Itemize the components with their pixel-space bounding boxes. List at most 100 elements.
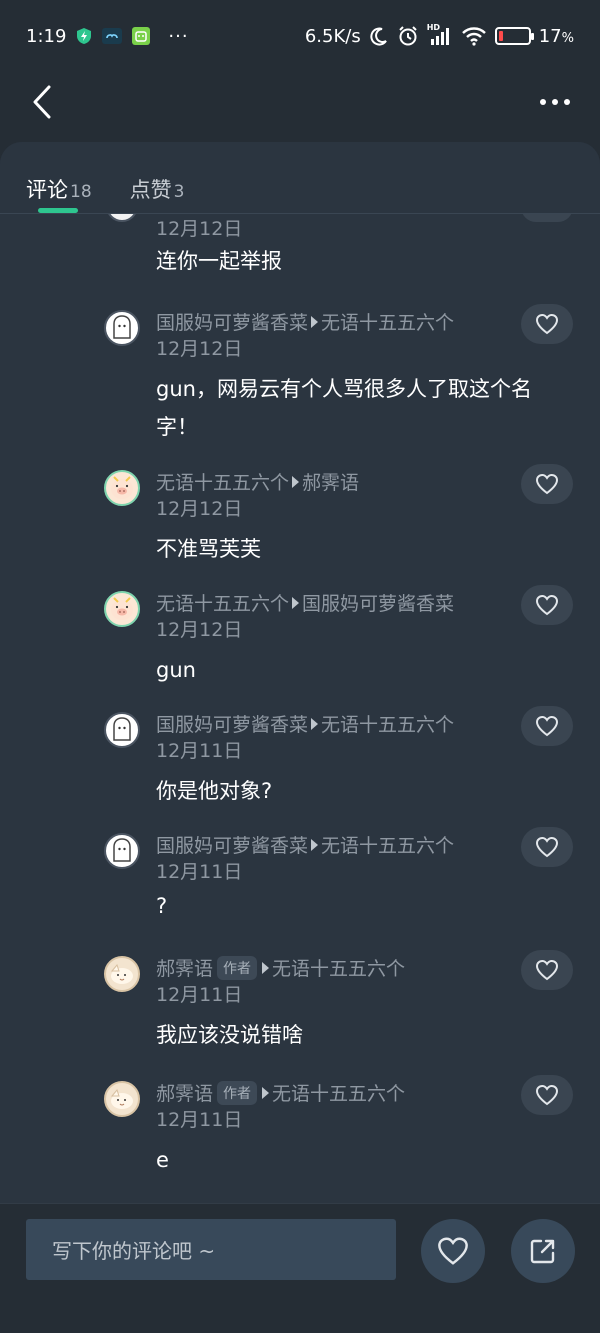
heart-icon [535,313,559,335]
comment-date: 12月11日 [156,984,243,1006]
heart-icon [535,715,559,737]
more-dot-icon [540,99,546,105]
more-options-button[interactable] [540,89,570,115]
status-time: 1:19 [26,25,67,47]
comment-to[interactable]: 郝霁语 [302,468,359,495]
comment-meta: 郝霁语 作者 无语十五五六个 [156,954,405,981]
status-right: 6.5K/s HD 17% [305,23,574,47]
comment-from[interactable]: 国服妈可萝酱香菜 [156,831,308,858]
comment-to[interactable]: 国服妈可萝酱香菜 [302,589,454,616]
reply-arrow-icon [292,596,300,609]
cloud-app-icon [102,28,123,44]
like-button[interactable] [521,464,573,504]
comment-list[interactable]: 12月12日 连你一起举报 国服妈可萝酱香菜 无语十五五六个 12月12日 gun… [0,190,600,1276]
comment-text: 不准骂芙芙 [156,537,261,561]
shield-icon [76,27,92,45]
top-nav [0,72,600,132]
wifi-icon [461,26,487,46]
pig-icon [111,597,133,620]
comment-meta: 国服妈可萝酱香菜 无语十五五六个 [156,308,454,335]
comment-to[interactable]: 无语十五五六个 [321,308,454,335]
like-button[interactable] [521,950,573,990]
heart-icon [535,594,559,616]
status-left: 1:19 ··· [26,26,189,47]
tab-likes-count: 3 [173,182,185,202]
active-tab-indicator [38,208,78,213]
reply-arrow-icon [262,961,270,974]
ghost-avatar[interactable] [104,833,140,869]
comment-from[interactable]: 无语十五五六个 [156,468,289,495]
ghost-icon [113,838,131,862]
comment-date: 12月12日 [156,338,243,360]
comment-from[interactable]: 国服妈可萝酱香菜 [156,710,308,737]
like-button[interactable] [521,706,573,746]
author-tag: 作者 [217,1080,258,1105]
partial-comment: 12月12日 连你一起举报 [0,190,600,322]
comment-meta: 郝霁语 作者 无语十五五六个 [156,1079,405,1106]
like-post-button[interactable] [421,1219,485,1283]
comment-date: 12月11日 [156,861,243,883]
rabbit-icon [110,1088,133,1109]
like-button[interactable] [521,1075,573,1115]
share-icon [530,1239,555,1264]
pig-avatar[interactable] [104,470,140,506]
like-button[interactable] [521,304,573,344]
comment-from[interactable]: 国服妈可萝酱香菜 [156,308,308,335]
hd-label: HD [426,23,441,32]
chevron-left-icon [33,85,51,119]
battery-fill [498,31,504,41]
comment-to[interactable]: 无语十五五六个 [272,954,405,981]
like-button[interactable] [521,585,573,625]
rabbit-icon [110,963,133,984]
battery-icon [494,27,534,45]
tab-bar: 评论 18 点赞 3 [0,142,600,214]
heart-icon [535,473,559,495]
comment-text: e [156,1148,169,1172]
comment-input[interactable]: 写下你的评论吧 ~ [26,1219,396,1280]
battery-percent-value: 17 [538,25,562,47]
comment-text: gun，网易云有个人骂很多人了取这个名字！ [156,377,532,439]
comment-meta: 国服妈可萝酱香菜 无语十五五六个 [156,710,454,737]
status-bar: 1:19 ··· 6.5K/s HD 17% [0,0,600,72]
rabbit-avatar[interactable] [104,1081,140,1117]
comment-date: 12月12日 [156,498,243,520]
ghost-icon [113,717,131,741]
comment-input-placeholder: 写下你的评论吧 ~ [52,1239,216,1263]
reply-arrow-icon [311,838,319,851]
comment-text: 连你一起举报 [156,249,282,273]
heart-icon [535,1084,559,1106]
status-more-dots: ··· [168,25,189,47]
heart-icon [438,1237,468,1265]
comment-to[interactable]: 无语十五五六个 [321,831,454,858]
comment-from[interactable]: 郝霁语 [156,954,213,981]
pig-avatar[interactable] [104,591,140,627]
ghost-avatar[interactable] [104,712,140,748]
reply-arrow-icon [311,717,319,730]
tab-comments-label: 评论 [26,178,68,202]
comment-to[interactable]: 无语十五五六个 [272,1079,405,1106]
like-button[interactable] [521,827,573,867]
reply-arrow-icon [262,1086,270,1099]
alarm-icon [397,25,419,47]
signal-icon: HD [426,23,453,46]
tab-comments-count: 18 [70,182,92,202]
share-button[interactable] [511,1219,575,1283]
ghost-icon [113,315,131,339]
comment-text: 我应该没说错啥 [156,1023,303,1047]
pig-icon [111,476,133,499]
more-dot-icon [552,99,558,105]
comment-from[interactable]: 无语十五五六个 [156,589,289,616]
comment-text: 你是他对象? [156,779,273,803]
comment-to[interactable]: 无语十五五六个 [321,710,454,737]
back-button[interactable] [30,77,70,127]
comment-date: 12月11日 [156,1109,243,1131]
rabbit-avatar[interactable] [104,956,140,992]
comment-date: 12月12日 [156,218,243,240]
comment-meta: 无语十五五六个 国服妈可萝酱香菜 [156,589,454,616]
tab-comments[interactable]: 评论 18 [26,142,92,213]
tab-likes[interactable]: 点赞 3 [130,142,185,213]
comments-sheet: 评论 18 点赞 3 12月12日 连你一起举报 国服妈可萝酱香菜 无语十五五六个 1… [0,142,600,1333]
heart-icon [535,959,559,981]
ghost-avatar[interactable] [104,310,140,346]
comment-from[interactable]: 郝霁语 [156,1079,213,1106]
